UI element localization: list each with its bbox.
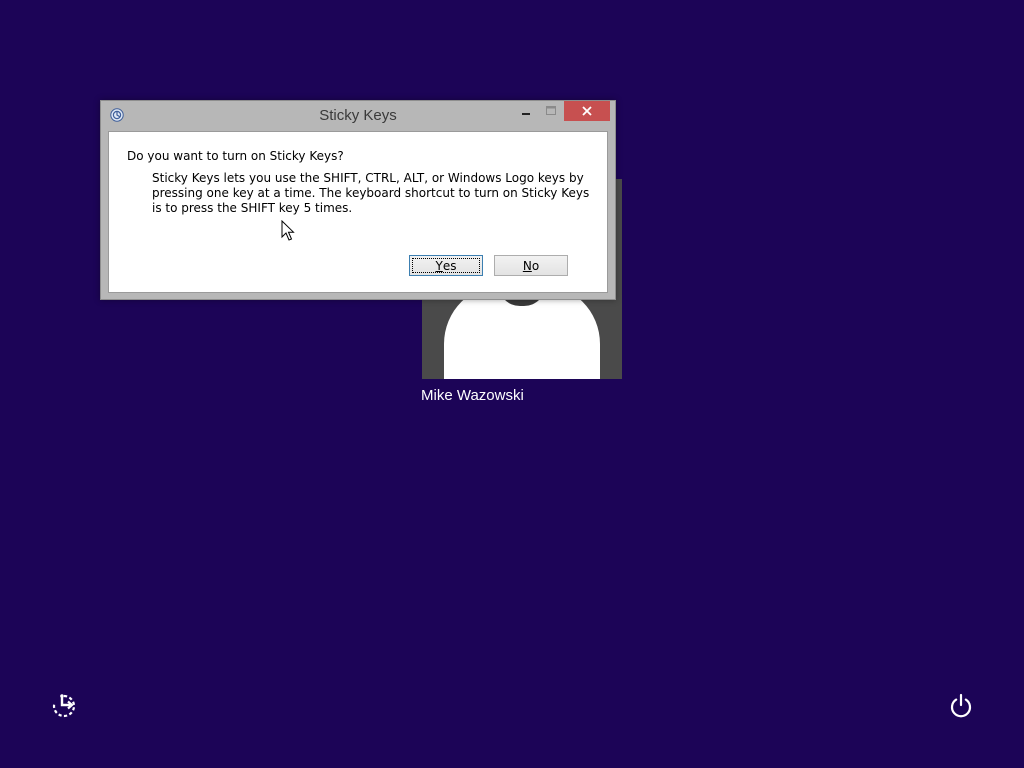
lock-screen: Mike Wazowski Sticky Keys Do you want to… xyxy=(0,0,1024,768)
no-button[interactable]: No xyxy=(494,255,568,276)
user-name: Mike Wazowski xyxy=(421,387,524,404)
dialog-content: Do you want to turn on Sticky Keys? Stic… xyxy=(108,131,608,293)
dialog-titlebar[interactable]: Sticky Keys xyxy=(101,101,615,131)
focus-rectangle xyxy=(412,258,480,273)
power-icon[interactable] xyxy=(947,692,975,720)
no-button-label: o xyxy=(531,258,540,273)
minimize-button[interactable] xyxy=(513,101,539,121)
dialog-description: Sticky Keys lets you use the SHIFT, CTRL… xyxy=(152,171,590,215)
yes-button[interactable]: Yes xyxy=(409,255,483,276)
close-icon xyxy=(582,106,592,116)
dialog-question: Do you want to turn on Sticky Keys? xyxy=(127,149,344,163)
mouse-pointer-icon xyxy=(281,220,295,241)
sticky-keys-dialog: Sticky Keys Do you want to turn on Stick… xyxy=(100,100,616,300)
no-button-accelerator: N xyxy=(522,258,532,273)
ease-of-access-icon[interactable] xyxy=(50,692,78,720)
minimize-icon xyxy=(522,113,530,115)
maximize-button[interactable] xyxy=(539,101,563,121)
maximize-icon xyxy=(546,106,556,115)
close-button[interactable] xyxy=(564,101,610,121)
